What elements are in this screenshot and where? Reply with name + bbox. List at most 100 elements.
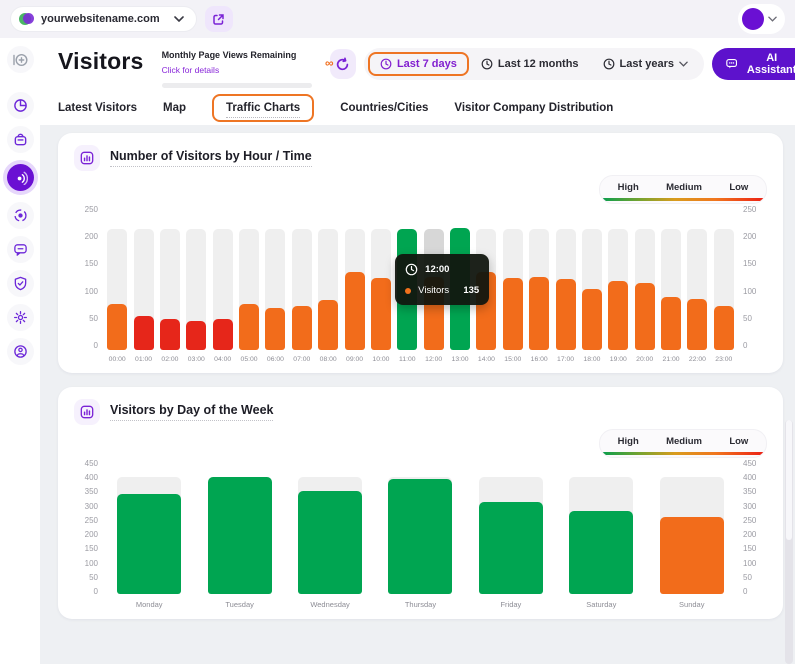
sidebar-toggle[interactable] (7, 46, 34, 73)
user-menu[interactable] (738, 4, 785, 34)
y-tick: 100 (743, 559, 756, 568)
y-tick: 250 (743, 205, 756, 214)
bar-17:00[interactable]: 17:00 (552, 214, 578, 363)
x-tick: 15:00 (504, 356, 521, 363)
bar-09:00[interactable]: 09:00 (341, 214, 367, 363)
y-tick: 50 (743, 314, 752, 323)
tab-visitor-company-distribution[interactable]: Visitor Company Distribution (454, 102, 613, 114)
page-scrollbar[interactable] (785, 420, 793, 664)
bar-18:00[interactable]: 18:00 (579, 214, 605, 363)
quota-details-link[interactable]: Click for details (162, 65, 220, 75)
bar-Wednesday[interactable]: Wednesday (285, 466, 375, 609)
sidebar-item-store[interactable] (7, 126, 34, 153)
external-link-icon (212, 13, 225, 26)
bar-value (529, 277, 549, 350)
bar-04:00[interactable]: 04:00 (210, 214, 236, 363)
range-last-7-days[interactable]: Last 7 days (368, 52, 469, 76)
y-tick: 200 (85, 232, 98, 241)
bar-19:00[interactable]: 19:00 (605, 214, 631, 363)
bar-16:00[interactable]: 16:00 (526, 214, 552, 363)
bar-15:00[interactable]: 15:00 (500, 214, 526, 363)
tab-map[interactable]: Map (163, 102, 186, 114)
quota-progress-bar (162, 83, 312, 88)
bar-Tuesday[interactable]: Tuesday (194, 466, 284, 609)
legend-high: High (618, 182, 639, 193)
bar-value (582, 289, 602, 350)
x-tick: 18:00 (583, 356, 600, 363)
site-selector[interactable]: yourwebsitename.com (10, 6, 197, 32)
y-tick: 50 (89, 314, 98, 323)
clock-icon (481, 58, 493, 70)
y-tick: 250 (743, 516, 756, 525)
bar-22:00[interactable]: 22:00 (684, 214, 710, 363)
x-tick: 01:00 (135, 356, 152, 363)
bar-08:00[interactable]: 08:00 (315, 214, 341, 363)
x-tick: 19:00 (610, 356, 627, 363)
x-tick: 03:00 (188, 356, 205, 363)
quota-widget: Monthly Page Views Remaining Click for d… (162, 50, 312, 88)
y-tick: 50 (743, 573, 752, 582)
y-tick: 300 (743, 502, 756, 511)
x-tick: 20:00 (636, 356, 653, 363)
bar-21:00[interactable]: 21:00 (658, 214, 684, 363)
person-pin-icon (13, 344, 28, 359)
sidebar-item-dashboard[interactable] (7, 92, 34, 119)
y-tick: 50 (89, 573, 98, 582)
bar-06:00[interactable]: 06:00 (262, 214, 288, 363)
bar-07:00[interactable]: 07:00 (289, 214, 315, 363)
x-tick: 00:00 (109, 356, 126, 363)
bar-02:00[interactable]: 02:00 (157, 214, 183, 363)
bar-Monday[interactable]: Monday (104, 466, 194, 609)
x-tick: 16:00 (531, 356, 548, 363)
sidebar-item-chat[interactable] (7, 236, 34, 263)
x-tick: Thursday (405, 600, 436, 609)
bar-00:00[interactable]: 00:00 (104, 214, 130, 363)
x-tick: 08:00 (320, 356, 337, 363)
sidebar-item-privacy[interactable] (7, 270, 34, 297)
bar-Saturday[interactable]: Saturday (556, 466, 646, 609)
bar-01:00[interactable]: 01:00 (130, 214, 156, 363)
y-tick: 250 (85, 205, 98, 214)
x-tick: 11:00 (399, 356, 416, 363)
bar-Friday[interactable]: Friday (466, 466, 556, 609)
bar-20:00[interactable]: 20:00 (632, 214, 658, 363)
sidebar-item-visitors[interactable] (7, 164, 34, 191)
x-tick: 17:00 (557, 356, 574, 363)
sidebar-item-settings[interactable] (7, 304, 34, 331)
bar-value (556, 279, 576, 350)
x-tick: 06:00 (267, 356, 284, 363)
y-tick: 350 (743, 487, 756, 496)
bar-value (635, 283, 655, 350)
bar-Thursday[interactable]: Thursday (375, 466, 465, 609)
bar-value (213, 319, 233, 350)
tab-traffic-charts[interactable]: Traffic Charts (212, 94, 314, 122)
bar-03:00[interactable]: 03:00 (183, 214, 209, 363)
bar-value (503, 278, 523, 350)
bar-10:00[interactable]: 10:00 (368, 214, 394, 363)
target-icon (13, 208, 28, 223)
bar-value (186, 321, 206, 350)
shopping-bag-icon (13, 132, 28, 147)
hourly-visitors-card: Number of Visitors by Hour / Time High M… (58, 133, 783, 373)
bar-23:00[interactable]: 23:00 (711, 214, 737, 363)
ai-assistant-button[interactable]: AI Assistant (712, 48, 795, 80)
chart-title: Visitors by Day of the Week (110, 403, 273, 421)
daily-visitors-card: Visitors by Day of the Week High Medium … (58, 387, 783, 619)
legend-medium: Medium (666, 436, 702, 447)
shield-check-icon (13, 276, 28, 291)
range-last-12-months[interactable]: Last 12 months (469, 53, 591, 75)
chevron-down-icon (768, 16, 777, 22)
bar-value (134, 316, 154, 350)
infinity-icon: ∞ (325, 56, 334, 70)
sidebar-item-account[interactable] (7, 338, 34, 365)
tab-countries-cities[interactable]: Countries/Cities (340, 102, 428, 114)
range-last-years-dropdown[interactable]: Last years (591, 53, 700, 75)
bar-05:00[interactable]: 05:00 (236, 214, 262, 363)
y-tick: 450 (85, 459, 98, 468)
y-tick: 450 (743, 459, 756, 468)
tab-latest-visitors[interactable]: Latest Visitors (58, 102, 137, 114)
open-site-button[interactable] (205, 6, 233, 32)
sidebar-item-goals[interactable] (7, 202, 34, 229)
y-tick: 0 (94, 587, 98, 596)
bar-Sunday[interactable]: Sunday (647, 466, 737, 609)
